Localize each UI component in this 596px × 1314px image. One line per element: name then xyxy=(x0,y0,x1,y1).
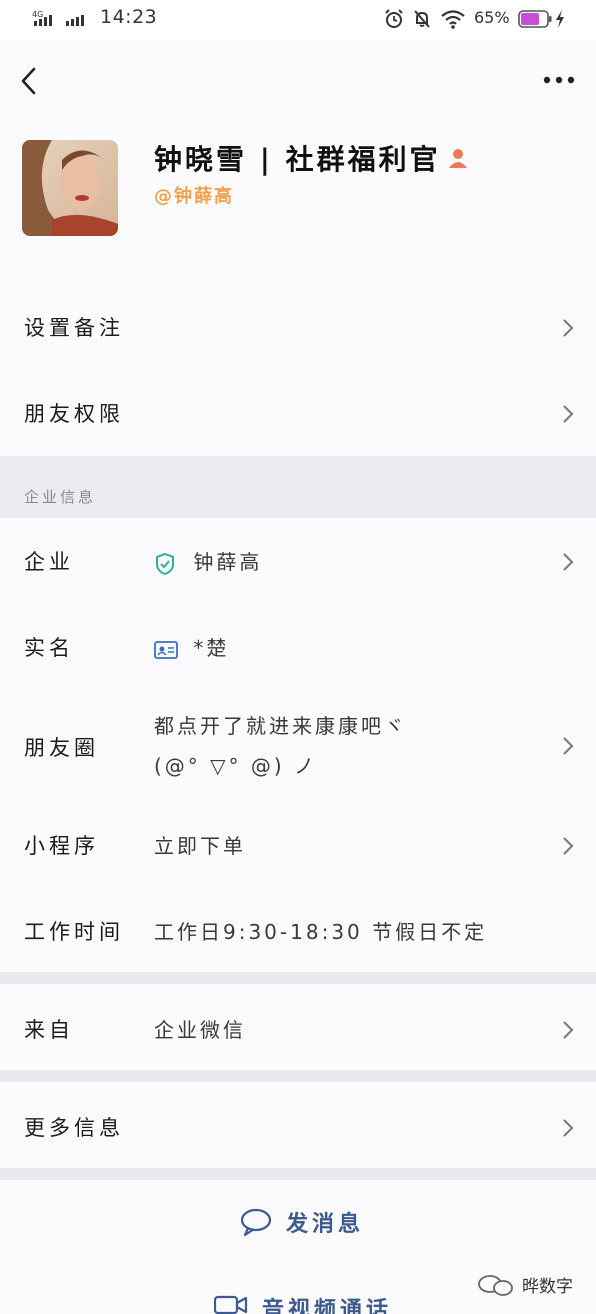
chat-bubble-icon xyxy=(240,1208,272,1236)
moments-line-1: 都点开了就进来康康吧ヾ xyxy=(154,714,407,738)
profile-name: 钟晓雪 | 社群福利官 xyxy=(154,143,441,176)
section-gap xyxy=(0,1070,596,1082)
chevron-right-icon xyxy=(563,837,574,855)
working-hours-row: 工作时间 工作日9:30-18:30 节假日不定 xyxy=(0,888,596,972)
source-label: 来自 xyxy=(24,1018,74,1042)
svg-text:4G: 4G xyxy=(32,10,43,19)
source-value: 企业微信 xyxy=(154,1018,246,1042)
avatar[interactable] xyxy=(22,140,118,236)
wechat-logo-icon xyxy=(478,1274,513,1296)
miniprogram-row[interactable]: 小程序 立即下单 xyxy=(0,800,596,888)
section-gap xyxy=(0,972,596,984)
send-message-label: 发消息 xyxy=(286,1212,365,1237)
chevron-right-icon xyxy=(563,1119,574,1137)
id-card-icon xyxy=(154,640,178,659)
moments-row[interactable]: 朋友圈 都点开了就进来康康吧ヾ (@° ▽° @) ノ xyxy=(0,688,596,800)
battery-percent: 65% xyxy=(474,8,510,27)
working-hours-label: 工作时间 xyxy=(24,920,124,944)
working-hours-value: 工作日9:30-18:30 节假日不定 xyxy=(154,920,488,944)
chevron-right-icon xyxy=(563,1021,574,1039)
more-info-row[interactable]: 更多信息 xyxy=(0,1082,596,1168)
company-label: 企业 xyxy=(24,550,74,574)
company-value-wrap: 钟薛高 xyxy=(154,546,262,576)
status-bar: 4G 14:23 65% xyxy=(0,0,596,40)
battery-icon xyxy=(518,10,552,28)
realname-value-wrap: *楚 xyxy=(154,632,229,661)
chevron-right-icon xyxy=(563,737,574,755)
more-icon[interactable] xyxy=(542,74,576,86)
section-gap xyxy=(0,1168,596,1180)
section-title: 企业信息 xyxy=(24,488,97,506)
profile-header: 钟晓雪 | 社群福利官 @钟薛高 xyxy=(0,124,596,284)
signal-icon: 4G xyxy=(32,10,84,26)
chevron-right-icon xyxy=(563,319,574,337)
set-remark-label: 设置备注 xyxy=(24,316,124,340)
video-camera-icon xyxy=(214,1295,248,1314)
chevron-right-icon xyxy=(563,553,574,571)
moments-label: 朋友圈 xyxy=(24,736,99,760)
miniprogram-value: 立即下单 xyxy=(154,834,246,858)
alarm-icon xyxy=(385,9,403,28)
chevron-right-icon xyxy=(563,405,574,423)
friend-permission-label: 朋友权限 xyxy=(24,402,124,426)
mute-bell-icon xyxy=(414,10,430,28)
shield-check-icon xyxy=(156,552,174,575)
source-row[interactable]: 来自 企业微信 xyxy=(0,984,596,1070)
set-remark-row[interactable]: 设置备注 xyxy=(0,284,596,370)
name-row: 钟晓雪 | 社群福利官 xyxy=(154,138,469,178)
top-nav xyxy=(0,40,596,124)
enterprise-info-section: 企业信息 xyxy=(0,456,596,518)
more-info-label: 更多信息 xyxy=(24,1116,124,1140)
contact-profile-page: 4G 14:23 65% 钟晓雪 | 社群福利官 @钟薛高 设置备注 朋友权限 … xyxy=(0,0,596,1314)
send-message-button[interactable]: 发消息 xyxy=(0,1180,596,1264)
status-time: 14:23 xyxy=(100,6,158,28)
friend-permission-row[interactable]: 朋友权限 xyxy=(0,370,596,456)
back-icon[interactable] xyxy=(18,66,38,96)
miniprogram-label: 小程序 xyxy=(24,834,99,858)
watermark-label: 晔数字 xyxy=(522,1277,573,1297)
realname-label: 实名 xyxy=(24,636,74,660)
wifi-icon xyxy=(441,10,465,29)
charging-icon xyxy=(556,10,564,28)
watermark: 晔数字 xyxy=(476,1272,573,1297)
company-value: 钟薛高 xyxy=(193,550,263,574)
video-call-label: 音视频通话 xyxy=(262,1298,393,1314)
realname-value: *楚 xyxy=(193,636,230,660)
moments-line-2: (@° ▽° @) ノ xyxy=(154,754,318,778)
company-row[interactable]: 企业 钟薛高 xyxy=(0,518,596,604)
video-call-button[interactable]: 音视频通话 晔数字 xyxy=(0,1264,596,1314)
person-badge-icon xyxy=(448,149,467,168)
profile-organization: @钟薛高 xyxy=(154,186,234,207)
realname-row: 实名 *楚 xyxy=(0,604,596,688)
